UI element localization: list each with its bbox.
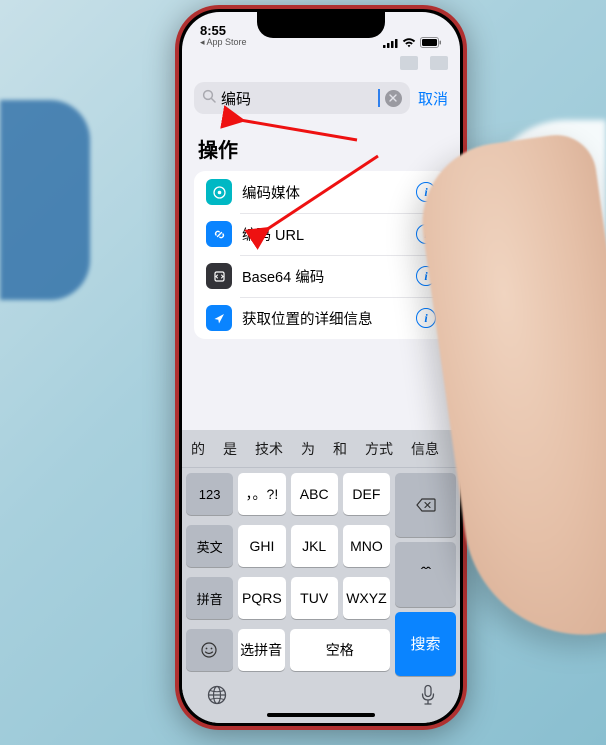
section-title: 操作 (182, 124, 460, 171)
screen: 8:55 ◂ App Store 编码 取消 操作 (182, 12, 460, 723)
key-caret[interactable]: ˆˆ (395, 542, 456, 606)
item-label: 获取位置的详细信息 (242, 308, 416, 329)
key-def[interactable]: DEF (343, 473, 390, 515)
candidate[interactable]: 当 (448, 439, 460, 459)
key-jkl[interactable]: JKL (291, 525, 338, 567)
cancel-button[interactable]: 取消 (418, 88, 448, 109)
key-space[interactable]: 空格 (290, 629, 391, 671)
item-label: 编码 URL (242, 224, 416, 245)
key-wxyz[interactable]: WXYZ (343, 577, 390, 619)
encode-media-icon (206, 179, 232, 205)
candidate[interactable]: 为 (292, 439, 324, 459)
keyboard: 的 是 技术 为 和 方式 信息 当 123 ，。?! ABC (182, 430, 460, 723)
search-input[interactable]: 编码 (221, 88, 376, 109)
link-icon (206, 221, 232, 247)
key-tuv[interactable]: TUV (291, 577, 338, 619)
search-row: 编码 取消 (182, 76, 460, 124)
status-time: 8:55 (200, 24, 247, 38)
home-indicator[interactable] (267, 713, 375, 717)
key-search[interactable]: 搜索 (395, 612, 456, 676)
candidate[interactable]: 是 (214, 439, 246, 459)
script-icon (206, 263, 232, 289)
notch (257, 12, 385, 38)
signal-icon (383, 38, 398, 48)
item-label: Base64 编码 (242, 266, 416, 287)
info-icon[interactable]: i (416, 266, 436, 286)
iphone-device: 8:55 ◂ App Store 编码 取消 操作 (175, 5, 467, 730)
key-delete[interactable] (395, 473, 456, 537)
candidate[interactable]: 信息 (402, 439, 448, 459)
list-item-location-details[interactable]: 获取位置的详细信息 i (194, 297, 448, 339)
mic-icon[interactable] (420, 684, 436, 711)
globe-icon[interactable] (206, 684, 228, 711)
key-english[interactable]: 英文 (186, 525, 233, 567)
nav-bar (182, 50, 460, 76)
candidate[interactable]: 方式 (356, 439, 402, 459)
candidate[interactable]: 技术 (246, 439, 292, 459)
key-pqrs[interactable]: PQRS (238, 577, 285, 619)
actions-list: 编码媒体 i 编码 URL i Base64 编码 i 获取位置的详细信息 i (194, 171, 448, 339)
key-select-pinyin[interactable]: 选拼音 (238, 629, 285, 671)
info-icon[interactable]: i (416, 182, 436, 202)
search-field[interactable]: 编码 (194, 82, 410, 114)
item-label: 编码媒体 (242, 182, 416, 203)
list-item-encode-media[interactable]: 编码媒体 i (194, 171, 448, 213)
key-emoji[interactable] (186, 629, 233, 671)
key-ghi[interactable]: GHI (238, 525, 285, 567)
candidate[interactable]: 和 (324, 439, 356, 459)
status-back-to-app[interactable]: ◂ App Store (200, 38, 247, 48)
nav-action-2[interactable] (430, 56, 448, 70)
search-icon (202, 89, 216, 108)
wifi-icon (402, 38, 416, 48)
text-caret (378, 89, 380, 107)
list-item-encode-url[interactable]: 编码 URL i (194, 213, 448, 255)
key-punct[interactable]: ，。?! (238, 473, 285, 515)
info-icon[interactable]: i (416, 308, 436, 328)
candidate[interactable]: 的 (182, 439, 214, 459)
nav-action-1[interactable] (400, 56, 418, 70)
key-mno[interactable]: MNO (343, 525, 390, 567)
key-abc[interactable]: ABC (291, 473, 338, 515)
location-icon (206, 305, 232, 331)
candidate-row: 的 是 技术 为 和 方式 信息 当 (182, 430, 460, 468)
results-content: 操作 编码媒体 i 编码 URL i Base64 编码 i (182, 124, 460, 430)
info-icon[interactable]: i (416, 224, 436, 244)
battery-icon (420, 37, 442, 48)
key-123[interactable]: 123 (186, 473, 233, 515)
list-item-base64[interactable]: Base64 编码 i (194, 255, 448, 297)
clear-search-button[interactable] (385, 90, 402, 107)
key-pinyin[interactable]: 拼音 (186, 577, 233, 619)
